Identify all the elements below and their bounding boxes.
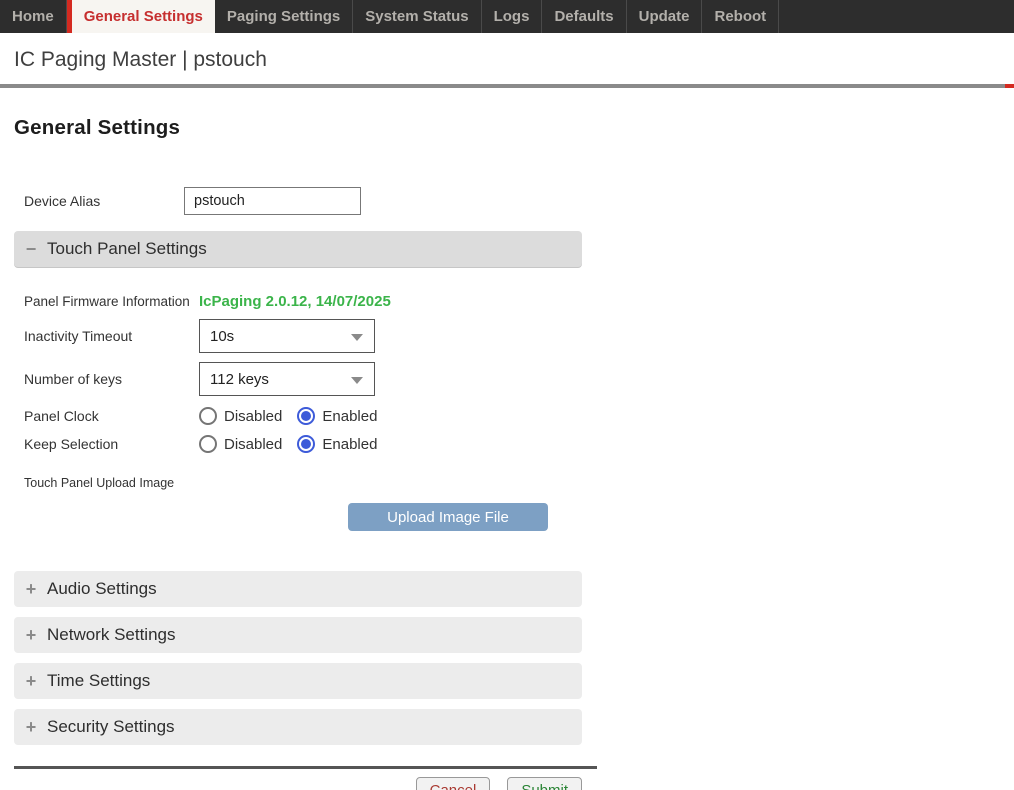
collapse-minus-icon: − [24, 240, 38, 258]
expand-plus-icon: + [24, 626, 38, 644]
firmware-label: Panel Firmware Information [14, 294, 199, 309]
nav-tab-paging-settings[interactable]: Paging Settings [215, 0, 353, 33]
keep-selection-disabled-label: Disabled [224, 436, 282, 453]
firmware-row: Panel Firmware Information IcPaging 2.0.… [14, 293, 1014, 310]
nav-tab-system-status[interactable]: System Status [353, 0, 481, 33]
keep-selection-enabled-label: Enabled [322, 436, 377, 453]
header-divider [0, 84, 1014, 88]
keep-selection-enabled-radio[interactable] [297, 435, 315, 453]
section-time-settings[interactable]: + Time Settings [14, 663, 582, 699]
number-of-keys-row: Number of keys 112 keys [14, 362, 1014, 396]
section-title: Time Settings [47, 671, 150, 691]
section-title: Security Settings [47, 717, 175, 737]
top-nav: Home General Settings Paging Settings Sy… [0, 0, 1014, 33]
number-of-keys-select[interactable]: 112 keys [199, 362, 375, 396]
number-of-keys-label: Number of keys [14, 371, 199, 387]
panel-clock-enabled-radio[interactable] [297, 407, 315, 425]
keep-selection-label: Keep Selection [14, 436, 199, 452]
nav-tab-logs[interactable]: Logs [482, 0, 543, 33]
app-title: IC Paging Master | pstouch [14, 48, 1014, 72]
nav-tab-home[interactable]: Home [0, 0, 67, 33]
footer-divider [14, 766, 597, 769]
section-title: Touch Panel Settings [47, 239, 207, 259]
expand-plus-icon: + [24, 672, 38, 690]
device-alias-input[interactable] [184, 187, 361, 215]
keep-selection-row: Keep Selection Disabled Enabled [14, 434, 1014, 454]
section-touch-panel-settings[interactable]: − Touch Panel Settings [14, 231, 582, 267]
footer-buttons: Cancel Submit [14, 777, 582, 790]
section-network-settings[interactable]: + Network Settings [14, 617, 582, 653]
inactivity-timeout-row: Inactivity Timeout 10s [14, 319, 1014, 353]
inactivity-timeout-label: Inactivity Timeout [14, 328, 199, 344]
panel-clock-row: Panel Clock Disabled Enabled [14, 406, 1014, 426]
expand-plus-icon: + [24, 718, 38, 736]
section-audio-settings[interactable]: + Audio Settings [14, 571, 582, 607]
keep-selection-disabled-radio[interactable] [199, 435, 217, 453]
expand-plus-icon: + [24, 580, 38, 598]
nav-tab-reboot[interactable]: Reboot [702, 0, 779, 33]
submit-button[interactable]: Submit [507, 777, 582, 790]
cancel-button[interactable]: Cancel [416, 777, 491, 790]
collapsed-sections: + Audio Settings + Network Settings + Ti… [14, 571, 1014, 745]
inactivity-timeout-value: 10s [210, 328, 234, 345]
inactivity-timeout-select[interactable]: 10s [199, 319, 375, 353]
number-of-keys-value: 112 keys [210, 371, 269, 388]
page-title: General Settings [14, 116, 1014, 140]
chevron-down-icon [351, 377, 363, 384]
app-header: IC Paging Master | pstouch [0, 33, 1014, 84]
panel-clock-label: Panel Clock [14, 408, 199, 424]
device-alias-row: Device Alias [14, 187, 1014, 215]
nav-tab-general-settings[interactable]: General Settings [67, 0, 215, 33]
section-security-settings[interactable]: + Security Settings [14, 709, 582, 745]
panel-clock-enabled-label: Enabled [322, 408, 377, 425]
panel-clock-disabled-radio[interactable] [199, 407, 217, 425]
device-alias-label: Device Alias [14, 193, 184, 209]
firmware-value: IcPaging 2.0.12, 14/07/2025 [199, 293, 391, 310]
section-title: Audio Settings [47, 579, 157, 599]
chevron-down-icon [351, 334, 363, 341]
upload-image-file-button[interactable]: Upload Image File [348, 503, 548, 531]
nav-tab-update[interactable]: Update [627, 0, 703, 33]
panel-clock-disabled-label: Disabled [224, 408, 282, 425]
nav-tab-defaults[interactable]: Defaults [542, 0, 626, 33]
main-content: General Settings Device Alias − Touch Pa… [0, 116, 1014, 790]
upload-image-label: Touch Panel Upload Image [14, 476, 1014, 490]
header-divider-red-accent [1005, 84, 1014, 88]
section-title: Network Settings [47, 625, 176, 645]
